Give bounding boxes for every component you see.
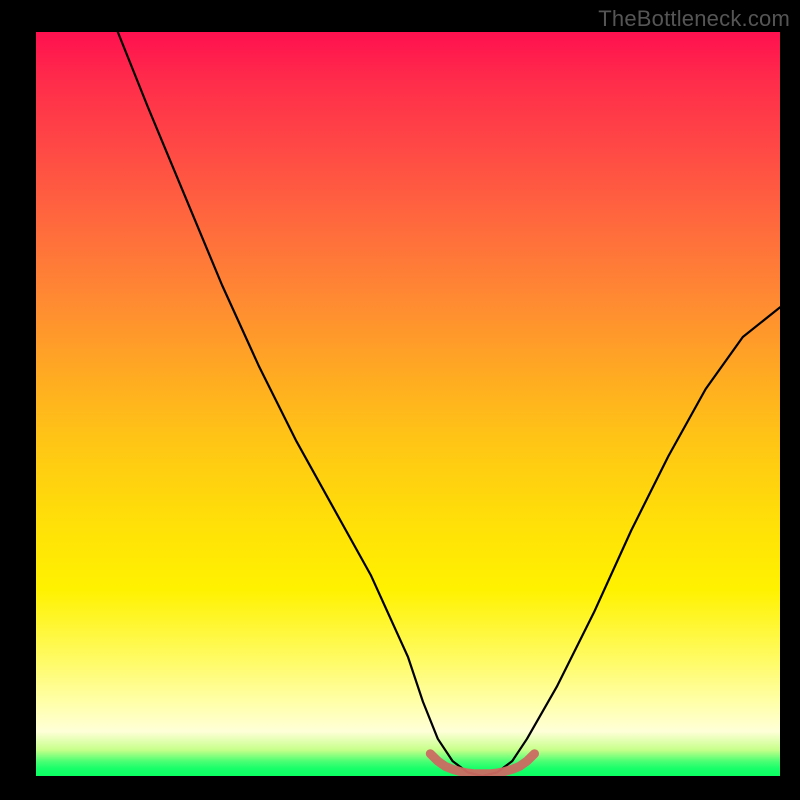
series-curve [118,32,780,776]
watermark-text: TheBottleneck.com [598,6,790,32]
chart-svg [36,32,780,776]
series-bottom-marker [430,754,534,774]
chart-frame: TheBottleneck.com [0,0,800,800]
plot-area [36,32,780,776]
